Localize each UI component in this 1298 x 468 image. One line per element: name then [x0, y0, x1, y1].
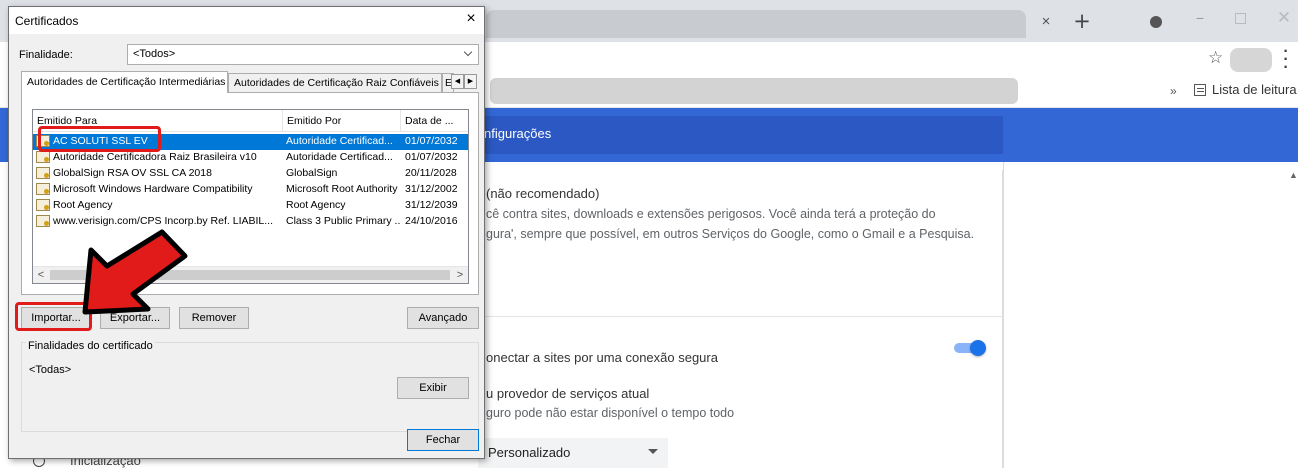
- tab-scroll-right-icon[interactable]: ▶: [464, 74, 477, 89]
- certificate-tabs: Autoridades de Certificação Intermediári…: [21, 71, 479, 93]
- cell-issued-to: GlobalSign RSA OV SSL CA 2018: [53, 167, 212, 179]
- certificate-icon: [36, 151, 50, 163]
- reading-list-label: Lista de leitura: [1212, 82, 1297, 97]
- section-description-line1: cê contra sites, downloads e extensões p…: [486, 207, 936, 221]
- tab-scroll-left-icon[interactable]: ◀: [451, 74, 464, 89]
- new-tab-button[interactable]: +: [1071, 10, 1093, 32]
- column-issued-by[interactable]: Emitido Por: [283, 110, 401, 132]
- table-row[interactable]: Autoridade Certificadora Raiz Brasileira…: [33, 150, 468, 166]
- cell-expiration-date: 24/10/2016: [405, 215, 458, 227]
- table-row[interactable]: GlobalSign RSA OV SSL CA 2018 GlobalSign 2…: [33, 166, 468, 182]
- search-settings-text: nfigurações: [484, 126, 552, 141]
- secure-connection-label: onectar a sites por uma conexão segura: [486, 350, 718, 365]
- close-button[interactable]: Fechar: [407, 429, 479, 451]
- tab-close-icon[interactable]: ×: [1036, 12, 1056, 32]
- cell-issued-by: Autoridade Certificad...: [286, 151, 393, 163]
- purpose-combobox[interactable]: <Todos>: [127, 44, 479, 65]
- dns-provider-value: Personalizado: [488, 445, 571, 460]
- provider-description: guro pode não estar disponível o tempo t…: [486, 406, 735, 420]
- certificate-purposes-value: <Todas>: [29, 364, 72, 376]
- cell-expiration-date: 31/12/2002: [405, 183, 458, 195]
- cell-issued-by: Class 3 Public Primary ...: [286, 215, 400, 227]
- kebab-menu-icon[interactable]: · · ·: [1282, 44, 1290, 76]
- search-settings-field[interactable]: nfigurações: [470, 116, 1003, 154]
- dialog-titlebar: Certificados ×: [9, 7, 484, 34]
- scroll-right-icon[interactable]: >: [453, 268, 467, 283]
- cell-expiration-date: 01/07/2032: [405, 135, 458, 147]
- cell-issued-by: Root Agency: [286, 199, 346, 211]
- cell-issued-by: GlobalSign: [286, 167, 338, 179]
- bookmark-star-icon[interactable]: ☆: [1208, 48, 1223, 68]
- section-title-no-protection: (não recomendado): [486, 186, 600, 201]
- chevron-down-icon: [648, 449, 658, 454]
- table-row[interactable]: Microsoft Windows Hardware Compatibility…: [33, 182, 468, 198]
- section-divider: [470, 316, 1003, 317]
- chevron-down-icon: [463, 47, 473, 57]
- purpose-label: Finalidade:: [19, 49, 73, 61]
- reading-list-icon: [1194, 83, 1206, 96]
- advanced-button[interactable]: Avançado: [407, 307, 479, 329]
- cell-issued-to: Autoridade Certificadora Raiz Brasileira…: [53, 151, 257, 163]
- scroll-up-icon[interactable]: ▲: [1289, 170, 1298, 180]
- maximize-icon[interactable]: [1235, 13, 1246, 24]
- cell-expiration-date: 20/11/2028: [405, 167, 457, 179]
- red-arrow-icon: [82, 229, 188, 315]
- bookmarks-more-icon[interactable]: »: [1170, 84, 1177, 98]
- extension-icon[interactable]: [1150, 16, 1162, 28]
- certificate-icon: [36, 199, 50, 211]
- cell-expiration-date: 01/07/2032: [405, 151, 458, 163]
- tab-intermediate-authorities[interactable]: Autoridades de Certificação Intermediári…: [21, 71, 228, 93]
- content-border: [1003, 162, 1004, 468]
- certificate-icon: [36, 167, 50, 179]
- column-expiration-date[interactable]: Data de ...: [401, 110, 468, 132]
- reading-list-button[interactable]: Lista de leitura: [1194, 82, 1297, 97]
- toggle-knob: [970, 340, 986, 356]
- address-bar-blurred[interactable]: [490, 78, 1018, 104]
- cell-issued-by: Microsoft Root Authority: [286, 183, 398, 195]
- view-button[interactable]: Exibir: [397, 377, 469, 399]
- highlight-selected-certificate: [38, 126, 161, 152]
- cell-issued-to: Microsoft Windows Hardware Compatibility: [53, 183, 253, 195]
- provider-title: u provedor de serviços atual: [486, 386, 650, 401]
- dns-provider-select[interactable]: Personalizado: [478, 438, 668, 468]
- purpose-value: <Todos>: [133, 48, 176, 60]
- browser-tab-blurred[interactable]: [486, 10, 1026, 38]
- cell-issued-to: Root Agency: [53, 199, 113, 211]
- secure-connection-toggle[interactable]: [954, 340, 986, 356]
- profile-avatar-blurred[interactable]: [1230, 48, 1272, 72]
- certificate-icon: [36, 183, 50, 195]
- section-description-line2: gura', sempre que possível, em outros Se…: [486, 227, 975, 241]
- tab-trusted-root-authorities[interactable]: Autoridades de Certificação Raiz Confiáv…: [228, 73, 442, 93]
- cell-issued-by: Autoridade Certificad...: [286, 135, 393, 147]
- minimize-icon[interactable]: −: [1190, 10, 1210, 30]
- close-icon[interactable]: ×: [461, 10, 481, 28]
- dialog-title: Certificados: [15, 14, 79, 28]
- cell-expiration-date: 31/12/2039: [405, 199, 458, 211]
- window-close-icon[interactable]: ✕: [1274, 8, 1294, 28]
- certificate-purposes-title: Finalidades do certificado: [26, 340, 155, 352]
